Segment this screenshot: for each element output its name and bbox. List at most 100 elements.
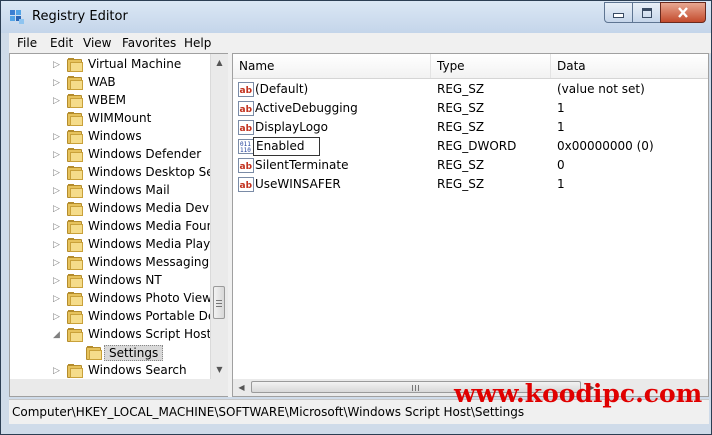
value-row-enabled[interactable]: 011 110 Enabled REG_DWORD 0x00000000 (0) xyxy=(233,137,708,156)
tree-item-label: Windows Search xyxy=(88,363,187,377)
dword-value-icon: 011 110 xyxy=(238,139,254,154)
folder-icon xyxy=(67,148,83,162)
value-row-activedebugging[interactable]: ab ActiveDebugging REG_SZ 1 xyxy=(233,99,708,118)
grip-line xyxy=(418,385,419,391)
grip-line xyxy=(415,385,416,391)
tree-item-label: Windows Portable Devi xyxy=(88,309,226,323)
menu-help[interactable]: Help xyxy=(184,36,211,50)
tree-item-label: Windows Messaging Su xyxy=(88,255,229,269)
values-list[interactable]: Name Type Data ab (Default) REG_SZ (value n… xyxy=(232,53,709,397)
string-value-icon: ab xyxy=(238,158,254,173)
menu-favorites[interactable]: Favorites xyxy=(122,36,176,50)
tree-horizontal-scrollbar[interactable] xyxy=(10,379,211,396)
tree-item-label: WIMMount xyxy=(88,111,152,125)
value-name: SilentTerminate xyxy=(255,158,349,172)
folder-icon xyxy=(67,364,83,378)
string-value-icon: ab xyxy=(238,177,254,192)
expand-arrow-icon[interactable]: ▷ xyxy=(53,168,61,178)
svg-text:110: 110 xyxy=(240,147,251,154)
folder-icon xyxy=(67,310,83,324)
value-data: 1 xyxy=(557,120,565,134)
minimize-button[interactable] xyxy=(604,2,633,23)
value-type: REG_SZ xyxy=(437,101,485,115)
value-name-edit-field[interactable]: Enabled xyxy=(253,137,320,156)
scroll-up-arrow-icon[interactable]: ▲ xyxy=(211,54,228,71)
value-name: UseWINSAFER xyxy=(255,177,341,191)
caption-buttons xyxy=(604,2,706,23)
menu-file[interactable]: File xyxy=(17,36,37,50)
scroll-down-arrow-icon[interactable]: ▼ xyxy=(211,361,228,378)
folder-icon xyxy=(67,112,83,126)
window-title: Registry Editor xyxy=(32,9,128,24)
expand-arrow-icon[interactable]: ▷ xyxy=(53,96,61,106)
value-row-displaylogo[interactable]: ab DisplayLogo REG_SZ 1 xyxy=(233,118,708,137)
value-type: REG_SZ xyxy=(437,120,485,134)
expand-arrow-icon[interactable]: ▷ xyxy=(53,132,61,142)
expand-arrow-icon[interactable]: ▷ xyxy=(53,240,61,250)
menu-view[interactable]: View xyxy=(83,36,111,50)
title-bar[interactable]: Registry Editor xyxy=(1,1,711,33)
folder-icon xyxy=(67,238,83,252)
expand-arrow-icon[interactable]: ▷ xyxy=(53,78,61,88)
maximize-button[interactable] xyxy=(632,2,661,23)
value-row-silentterminate[interactable]: ab SilentTerminate REG_SZ 0 xyxy=(233,156,708,175)
scroll-left-arrow-icon[interactable]: ◀ xyxy=(233,379,250,396)
expand-arrow-icon[interactable]: ▷ xyxy=(53,276,61,286)
folder-icon xyxy=(67,202,83,216)
minimize-icon xyxy=(613,13,624,18)
expand-arrow-icon[interactable]: ▷ xyxy=(53,204,61,214)
expand-arrow-icon[interactable]: ▷ xyxy=(53,60,61,70)
key-tree[interactable]: ▷ Virtual Machine ▷ WAB ▷ WBEM WIMMount ▷ Window… xyxy=(9,53,229,397)
tree-item-label: Windows Desktop Sear xyxy=(88,165,226,179)
menu-bar: File Edit View Favorites Help xyxy=(9,33,711,54)
close-button[interactable] xyxy=(660,2,706,23)
watermark: www.koodipc.com xyxy=(454,379,703,408)
expand-arrow-icon[interactable]: ▷ xyxy=(53,150,61,160)
string-value-icon: ab xyxy=(238,101,254,116)
folder-icon xyxy=(67,94,83,108)
value-type: REG_DWORD xyxy=(437,139,517,153)
folder-icon xyxy=(86,346,102,360)
value-type: REG_SZ xyxy=(437,177,485,191)
tree-item-label: Windows xyxy=(88,129,142,143)
value-data: 0 xyxy=(557,158,565,172)
tree-scroll-thumb[interactable] xyxy=(213,286,225,319)
column-header-name[interactable]: Name xyxy=(233,54,431,78)
value-row-default[interactable]: ab (Default) REG_SZ (value not set) xyxy=(233,80,708,99)
folder-icon xyxy=(67,130,83,144)
folder-icon xyxy=(67,76,83,90)
column-header-type[interactable]: Type xyxy=(431,54,551,78)
tree-vertical-scrollbar[interactable]: ▲ ▼ xyxy=(210,54,228,396)
registry-editor-window: Registry Editor File Edit View Favorites… xyxy=(0,0,712,435)
tree-item-label: Settings xyxy=(104,345,164,361)
folder-icon xyxy=(67,220,83,234)
expand-arrow-icon[interactable]: ▷ xyxy=(53,258,61,268)
expand-arrow-icon[interactable]: ▷ xyxy=(53,222,61,232)
value-data: 0x00000000 (0) xyxy=(557,139,654,153)
svg-text:ab: ab xyxy=(240,124,253,134)
expand-arrow-icon[interactable]: ▷ xyxy=(53,366,61,376)
value-row-usewinsafer[interactable]: ab UseWINSAFER REG_SZ 1 xyxy=(233,175,708,194)
svg-text:ab: ab xyxy=(240,86,253,96)
folder-icon xyxy=(67,328,83,342)
maximize-icon xyxy=(641,7,652,18)
main-content: ▷ Virtual Machine ▷ WAB ▷ WBEM WIMMount ▷ Window… xyxy=(9,53,709,397)
grip-line xyxy=(412,385,413,391)
folder-icon xyxy=(67,166,83,180)
tree-item-label: WBEM xyxy=(88,93,127,107)
column-header-data[interactable]: Data xyxy=(551,54,708,78)
value-type: REG_SZ xyxy=(437,158,485,172)
tree-item-label: Windows Mail xyxy=(88,183,170,197)
svg-text:ab: ab xyxy=(240,162,253,172)
expand-arrow-icon[interactable]: ▷ xyxy=(53,294,61,304)
folder-icon xyxy=(67,274,83,288)
collapse-arrow-icon[interactable]: ◢ xyxy=(53,330,61,340)
tree-item-label: Virtual Machine xyxy=(88,57,182,71)
tree-item-label: Windows Media Player xyxy=(88,237,223,251)
close-icon xyxy=(678,7,688,18)
expand-arrow-icon[interactable]: ▷ xyxy=(53,186,61,196)
expand-arrow-icon[interactable]: ▷ xyxy=(53,312,61,322)
value-data: 1 xyxy=(557,101,565,115)
menu-edit[interactable]: Edit xyxy=(50,36,73,50)
string-value-icon: ab xyxy=(238,82,254,97)
